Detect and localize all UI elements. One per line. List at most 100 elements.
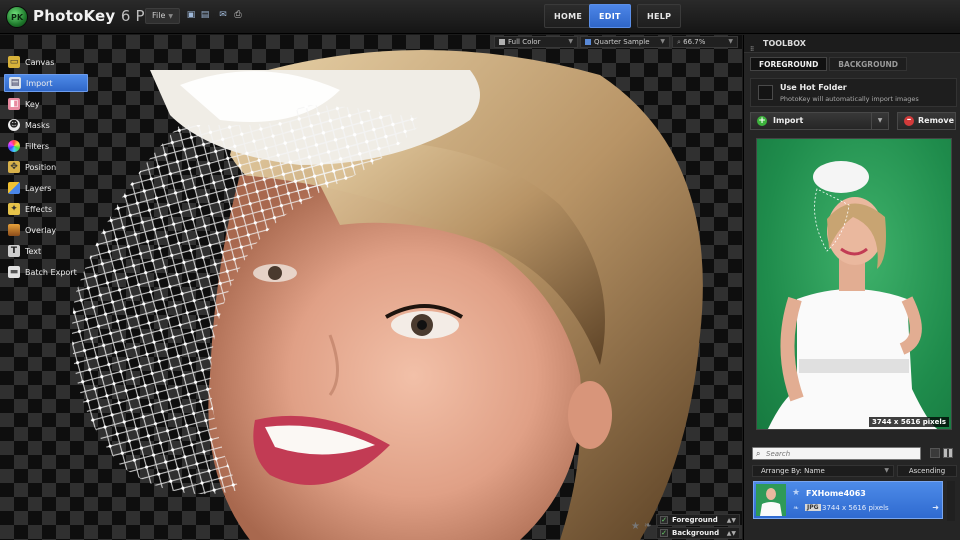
arrow-right-icon[interactable]: ➜ <box>932 503 939 512</box>
background-label: Background <box>672 529 720 537</box>
canvas-display-toolbar: Full Color ▼ Quarter Sample ▼ ⌕ 66.7% ▼ <box>494 36 742 48</box>
overlay-icon <box>8 224 20 236</box>
media-thumbnail <box>756 484 786 516</box>
preview-dimensions-label: 3744 x 5616 pixels <box>868 417 949 427</box>
sidebar-item-key[interactable]: ◧ Key <box>4 95 88 113</box>
sidebar-item-label: Overlay <box>25 225 57 235</box>
up-down-arrows-icon[interactable]: ▲▼ <box>727 530 736 537</box>
sidebar-item-label: Effects <box>25 204 53 214</box>
tab-foreground[interactable]: FOREGROUND <box>750 57 828 71</box>
import-dropdown-button[interactable]: ▼ <box>871 112 889 130</box>
position-icon: ✥ <box>8 161 20 173</box>
nav-edit-label: EDIT <box>599 12 621 21</box>
sidebar-item-label: Position <box>25 162 57 172</box>
remove-button[interactable]: – Remove <box>897 112 956 130</box>
leaf-icon: ❧ <box>793 504 799 512</box>
zoom-select[interactable]: ⌕ 66.7% ▼ <box>672 36 738 48</box>
import-label: Import <box>773 116 804 125</box>
leaf-icon[interactable]: ❧ <box>644 521 652 531</box>
app-name: PhotoKey <box>33 7 116 25</box>
grid-view-icon[interactable] <box>943 448 953 458</box>
tool-sidebar: ▭ Canvas ▤ Import ◧ Key ☻ Masks Filters ✥ Pos… <box>0 35 92 540</box>
remove-label: Remove <box>918 116 955 125</box>
foreground-checkbox[interactable]: ✓ <box>660 516 668 524</box>
import-button[interactable]: + Import <box>750 112 881 130</box>
arrange-by-select[interactable]: Arrange By: Name ▼ <box>752 465 894 477</box>
logo-text: PK <box>10 12 24 22</box>
canvas-icon: ▭ <box>8 56 20 68</box>
background-checkbox[interactable]: ✓ <box>660 529 668 537</box>
sidebar-item-batch-export[interactable]: ▬ Batch Export <box>4 263 88 281</box>
file-format-badge: JPG <box>805 504 821 511</box>
image-canvas[interactable] <box>0 35 742 540</box>
new-project-icon[interactable]: ▣ <box>186 10 196 20</box>
foreground-layer-toggle[interactable]: ✓ Foreground ▲▼ <box>656 514 740 526</box>
tab-label: FOREGROUND <box>759 60 819 69</box>
tab-label: BACKGROUND <box>838 60 899 69</box>
media-list-item[interactable]: ★ FXHome4063 ❧ JPG 3744 x 5616 pixels ➜ <box>753 481 943 519</box>
nav-help-button[interactable]: HELP <box>637 4 682 28</box>
hot-folder-checkbox[interactable] <box>758 85 773 100</box>
sample-mode-icon <box>585 39 591 45</box>
filters-color-wheel-icon <box>8 140 20 152</box>
chevron-down-icon: ▼ <box>168 13 174 20</box>
sidebar-item-overlay[interactable]: Overlay <box>4 221 88 239</box>
minus-icon: – <box>904 116 914 126</box>
background-layer-toggle[interactable]: ✓ Background ▲▼ <box>656 527 740 539</box>
chevron-down-icon: ▼ <box>877 117 883 124</box>
toolbox-title: TOOLBOX <box>763 39 806 48</box>
file-menu[interactable]: File ▼ <box>145 8 181 24</box>
sidebar-item-label: Masks <box>25 120 50 130</box>
sidebar-item-label: Batch Export <box>25 267 77 277</box>
hot-folder-option: Use Hot Folder PhotoKey will automatical… <box>750 78 957 107</box>
media-search: ⌕ <box>752 447 921 460</box>
color-mode-select[interactable]: Full Color ▼ <box>494 36 578 48</box>
nav-home-label: HOME <box>554 12 583 21</box>
chevron-down-icon: ▼ <box>728 38 733 45</box>
search-icon: ⌕ <box>756 449 761 458</box>
print-icon[interactable]: ⎙ <box>233 10 243 20</box>
sidebar-item-import[interactable]: ▤ Import <box>4 74 88 92</box>
favorite-star-icon[interactable]: ★ <box>631 521 640 532</box>
nav-edit-button[interactable]: EDIT <box>589 4 631 28</box>
search-input[interactable] <box>766 448 916 459</box>
layers-icon <box>8 182 20 194</box>
app-title: PhotoKey 6 Pro <box>33 7 160 25</box>
plus-icon: + <box>757 116 767 126</box>
sidebar-item-canvas[interactable]: ▭ Canvas <box>4 53 88 71</box>
toolbox-panel: ⁞⁞ TOOLBOX FOREGROUND BACKGROUND Use Hot… <box>743 35 960 540</box>
effects-sparkle-icon: ✦ <box>8 203 20 215</box>
sidebar-item-position[interactable]: ✥ Position <box>4 158 88 176</box>
nav-help-label: HELP <box>647 12 672 21</box>
bride-preview-image <box>767 161 938 429</box>
top-bar: PK PhotoKey 6 Pro File ▼ ▣ ▤ ✉ ⎙ HOME EDI… <box>0 0 960 34</box>
hot-folder-description: PhotoKey will automatically import image… <box>780 95 919 103</box>
up-down-arrows-icon[interactable]: ▲▼ <box>727 517 736 524</box>
email-icon[interactable]: ✉ <box>218 10 228 20</box>
sort-order-button[interactable]: Ascending <box>897 465 957 477</box>
sidebar-item-label: Import <box>26 78 53 88</box>
tab-background[interactable]: BACKGROUND <box>829 57 908 71</box>
favorite-star-icon[interactable]: ★ <box>792 488 800 498</box>
sidebar-item-masks[interactable]: ☻ Masks <box>4 116 88 134</box>
file-menu-label: File <box>152 11 166 20</box>
foreground-label: Foreground <box>672 516 718 524</box>
toolbox-header: ⁞⁞ TOOLBOX <box>744 35 960 53</box>
sidebar-item-text[interactable]: T Text <box>4 242 88 260</box>
sidebar-item-effects[interactable]: ✦ Effects <box>4 200 88 218</box>
drag-grip-icon[interactable]: ⁞⁞ <box>750 40 754 58</box>
arrange-by-value: Arrange By: Name <box>761 467 825 475</box>
media-list-scrollbar[interactable] <box>947 481 955 521</box>
nav-home-button[interactable]: HOME <box>544 4 593 28</box>
sidebar-item-label: Text <box>25 246 42 256</box>
key-eraser-icon: ◧ <box>8 98 20 110</box>
list-view-icon[interactable] <box>930 448 940 458</box>
toolbox-tabs: FOREGROUND BACKGROUND <box>750 57 908 71</box>
foreground-preview: 3744 x 5616 pixels <box>756 138 952 430</box>
chevron-down-icon: ▼ <box>884 467 889 474</box>
sidebar-item-filters[interactable]: Filters <box>4 137 88 155</box>
open-project-icon[interactable]: ▤ <box>200 10 210 20</box>
sidebar-item-layers[interactable]: Layers <box>4 179 88 197</box>
sample-mode-select[interactable]: Quarter Sample ▼ <box>580 36 670 48</box>
color-mode-value: Full Color <box>508 38 541 46</box>
